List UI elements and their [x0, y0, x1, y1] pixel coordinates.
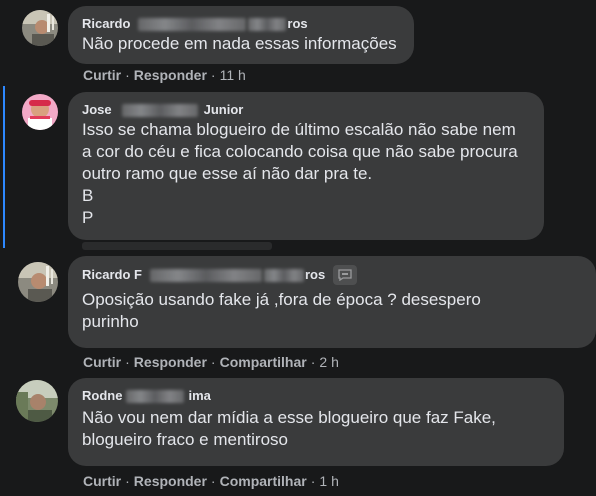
comment-line: Não vou nem dar mídia a esse blogueiro q… [82, 408, 496, 427]
comment-line: Não procede em nada essas informações [82, 34, 397, 53]
redacted-name [126, 389, 185, 403]
comment-line: outro ramo que esse aí não dar pra te. [82, 164, 373, 183]
author-name-start: Ricardo F [82, 267, 142, 282]
comment-text: Oposição usando fake já ,fora de época ?… [82, 289, 584, 333]
separator: · [210, 67, 216, 83]
comment-text: Isso se chama blogueiro de último escalã… [82, 119, 532, 229]
reply-link[interactable]: Responder [134, 354, 207, 370]
comment-bubble: Rodne ima Não vou nem dar mídia a esse b… [68, 378, 564, 466]
author-name-start: Jose [82, 102, 112, 117]
like-link[interactable]: Curtir [83, 473, 121, 489]
comment-text: Não procede em nada essas informações [82, 33, 402, 55]
comment-bubble: Ricardo F ros Oposição usando fake já ,f… [68, 256, 596, 348]
share-link[interactable]: Compartilhar [220, 354, 307, 370]
comment-line: a cor do céu e fica colocando coisa que … [82, 142, 518, 161]
author-name[interactable]: Rodne ima [82, 387, 552, 405]
comment-actions: Curtir · Responder · Compartilhar · 1 h [83, 473, 339, 489]
avatar-icon[interactable] [22, 94, 58, 130]
avatar-icon[interactable] [18, 262, 58, 302]
comment-line: Oposição usando fake já ,fora de época ?… [82, 290, 481, 309]
avatar-icon[interactable] [16, 380, 58, 422]
author-name-end: Junior [203, 102, 244, 117]
comment-bubble: Ricardo ros Não procede em nada essas in… [68, 6, 414, 64]
separator: · [125, 473, 130, 489]
timestamp[interactable]: 2 h [319, 354, 338, 370]
reply-link[interactable]: Responder [134, 67, 207, 83]
redacted-name [121, 103, 198, 117]
author-name-start: Ricardo [82, 16, 131, 31]
timestamp[interactable]: 1 h [319, 473, 338, 489]
redacted-name [149, 268, 262, 282]
thread-indicator-line [3, 86, 5, 248]
share-link[interactable]: Compartilhar [220, 473, 307, 489]
separator: · [310, 354, 316, 370]
author-name[interactable]: Ricardo ros [82, 15, 402, 33]
comment-actions: Curtir · Responder · 11 h [83, 67, 246, 83]
comment-text: Não vou nem dar mídia a esse blogueiro q… [82, 407, 552, 451]
like-link[interactable]: Curtir [83, 354, 121, 370]
avatar-icon[interactable] [22, 10, 58, 46]
comment-actions-hidden [0, 236, 596, 250]
separator: · [125, 354, 130, 370]
comment-line: P [82, 208, 94, 227]
author-name-end: ima [188, 388, 211, 403]
timestamp[interactable]: 11 h [220, 67, 246, 83]
redacted-name [263, 268, 304, 282]
separator: · [210, 473, 216, 489]
like-link[interactable]: Curtir [83, 67, 121, 83]
separator: · [310, 473, 316, 489]
author-name-end: ros [304, 267, 326, 282]
redacted-name [138, 17, 247, 31]
author-name-start: Rodne [82, 388, 123, 403]
chat-badge-icon[interactable] [333, 265, 358, 285]
redacted-name [248, 17, 287, 31]
comment-line: blogueiro fraco e mentiroso [82, 430, 289, 449]
author-name-end: ros [287, 16, 308, 31]
author-name[interactable]: Jose Junior [82, 101, 532, 119]
comment-line: B [82, 186, 94, 205]
comment-line: Isso se chama blogueiro de último escalã… [82, 120, 516, 139]
author-name[interactable]: Ricardo F ros [82, 265, 584, 285]
comment-actions: Curtir · Responder · Compartilhar · 2 h [83, 354, 339, 370]
comment-bubble: Jose Junior Isso se chama blogueiro de ú… [68, 92, 544, 240]
separator: · [210, 354, 216, 370]
reply-link[interactable]: Responder [134, 473, 207, 489]
separator: · [125, 67, 130, 83]
comment-line: purinho [82, 312, 139, 331]
